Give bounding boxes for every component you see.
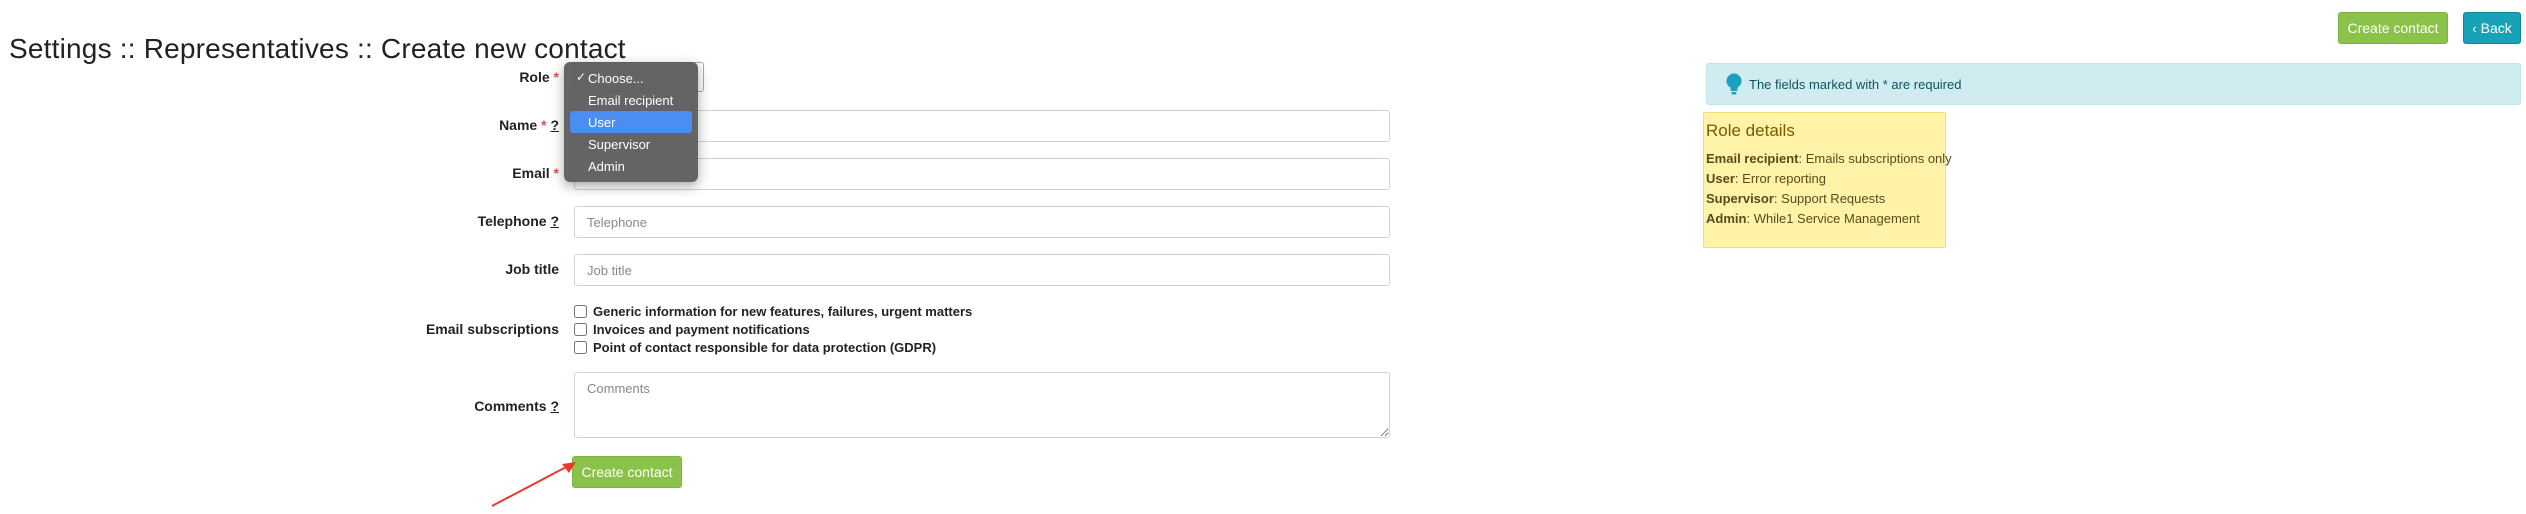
job-title-label: Job title (505, 261, 559, 277)
name-help-icon[interactable]: ? (550, 117, 559, 133)
email-label: Email * (512, 165, 559, 181)
telephone-help-icon[interactable]: ? (550, 213, 559, 229)
comments-textarea[interactable] (574, 372, 1390, 438)
telephone-input[interactable] (574, 206, 1390, 238)
required-fields-info: The fields marked with * are required (1706, 63, 2521, 105)
lightbulb-icon (1726, 73, 1742, 95)
role-detail-user: User: Error reporting (1706, 171, 1826, 186)
create-contact-label: Create contact (581, 464, 673, 480)
role-option-admin[interactable]: Admin (570, 155, 692, 177)
back-label: Back (2480, 20, 2512, 36)
create-contact-button[interactable]: Create contact (572, 456, 682, 488)
comments-label: Comments ? (474, 398, 559, 414)
create-contact-top-button[interactable]: Create contact (2338, 12, 2448, 44)
role-dropdown-menu: ✓ Choose... Email recipient User Supervi… (564, 62, 698, 182)
role-option-choose[interactable]: ✓ Choose... (570, 67, 692, 89)
role-detail-email-recipient: Email recipient: Emails subscriptions on… (1706, 151, 1952, 166)
role-option-user[interactable]: User (570, 111, 692, 133)
checkmark-icon: ✓ (576, 70, 587, 84)
info-text: The fields marked with * are required (1749, 76, 1962, 92)
role-details-card: Role details Email recipient: Emails sub… (1703, 112, 1952, 248)
name-label: Name * ? (499, 117, 559, 133)
role-label: Role * (519, 69, 559, 85)
telephone-label: Telephone ? (477, 213, 559, 229)
subscription-invoices-checkbox[interactable] (574, 322, 587, 336)
role-details-title: Role details (1706, 121, 1795, 140)
create-contact-top-label: Create contact (2347, 20, 2439, 36)
email-subscriptions-label: Email subscriptions (425, 321, 559, 337)
back-button[interactable]: ‹ Back (2463, 12, 2521, 44)
role-detail-supervisor: Supervisor: Support Requests (1706, 191, 1886, 206)
red-arrow-annotation (491, 462, 576, 507)
subscription-general-checkbox[interactable] (574, 304, 587, 318)
chevron-left-icon: ‹ (2472, 20, 2477, 36)
comments-help-icon[interactable]: ? (550, 398, 559, 414)
subscription-gdpr-checkbox[interactable] (574, 340, 587, 354)
subscription-options: Generic information for new features, fa… (574, 302, 972, 356)
subscription-gdpr[interactable]: Point of contact responsible for data pr… (574, 338, 972, 356)
role-option-email-recipient[interactable]: Email recipient (570, 89, 692, 111)
job-title-input[interactable] (574, 254, 1390, 286)
subscription-general[interactable]: Generic information for new features, fa… (574, 302, 972, 320)
role-option-supervisor[interactable]: Supervisor (570, 133, 692, 155)
page-title: Settings :: Representatives :: Create ne… (9, 32, 626, 64)
role-detail-admin: Admin: While1 Service Management (1706, 211, 1920, 226)
subscription-invoices[interactable]: Invoices and payment notifications (574, 320, 972, 338)
